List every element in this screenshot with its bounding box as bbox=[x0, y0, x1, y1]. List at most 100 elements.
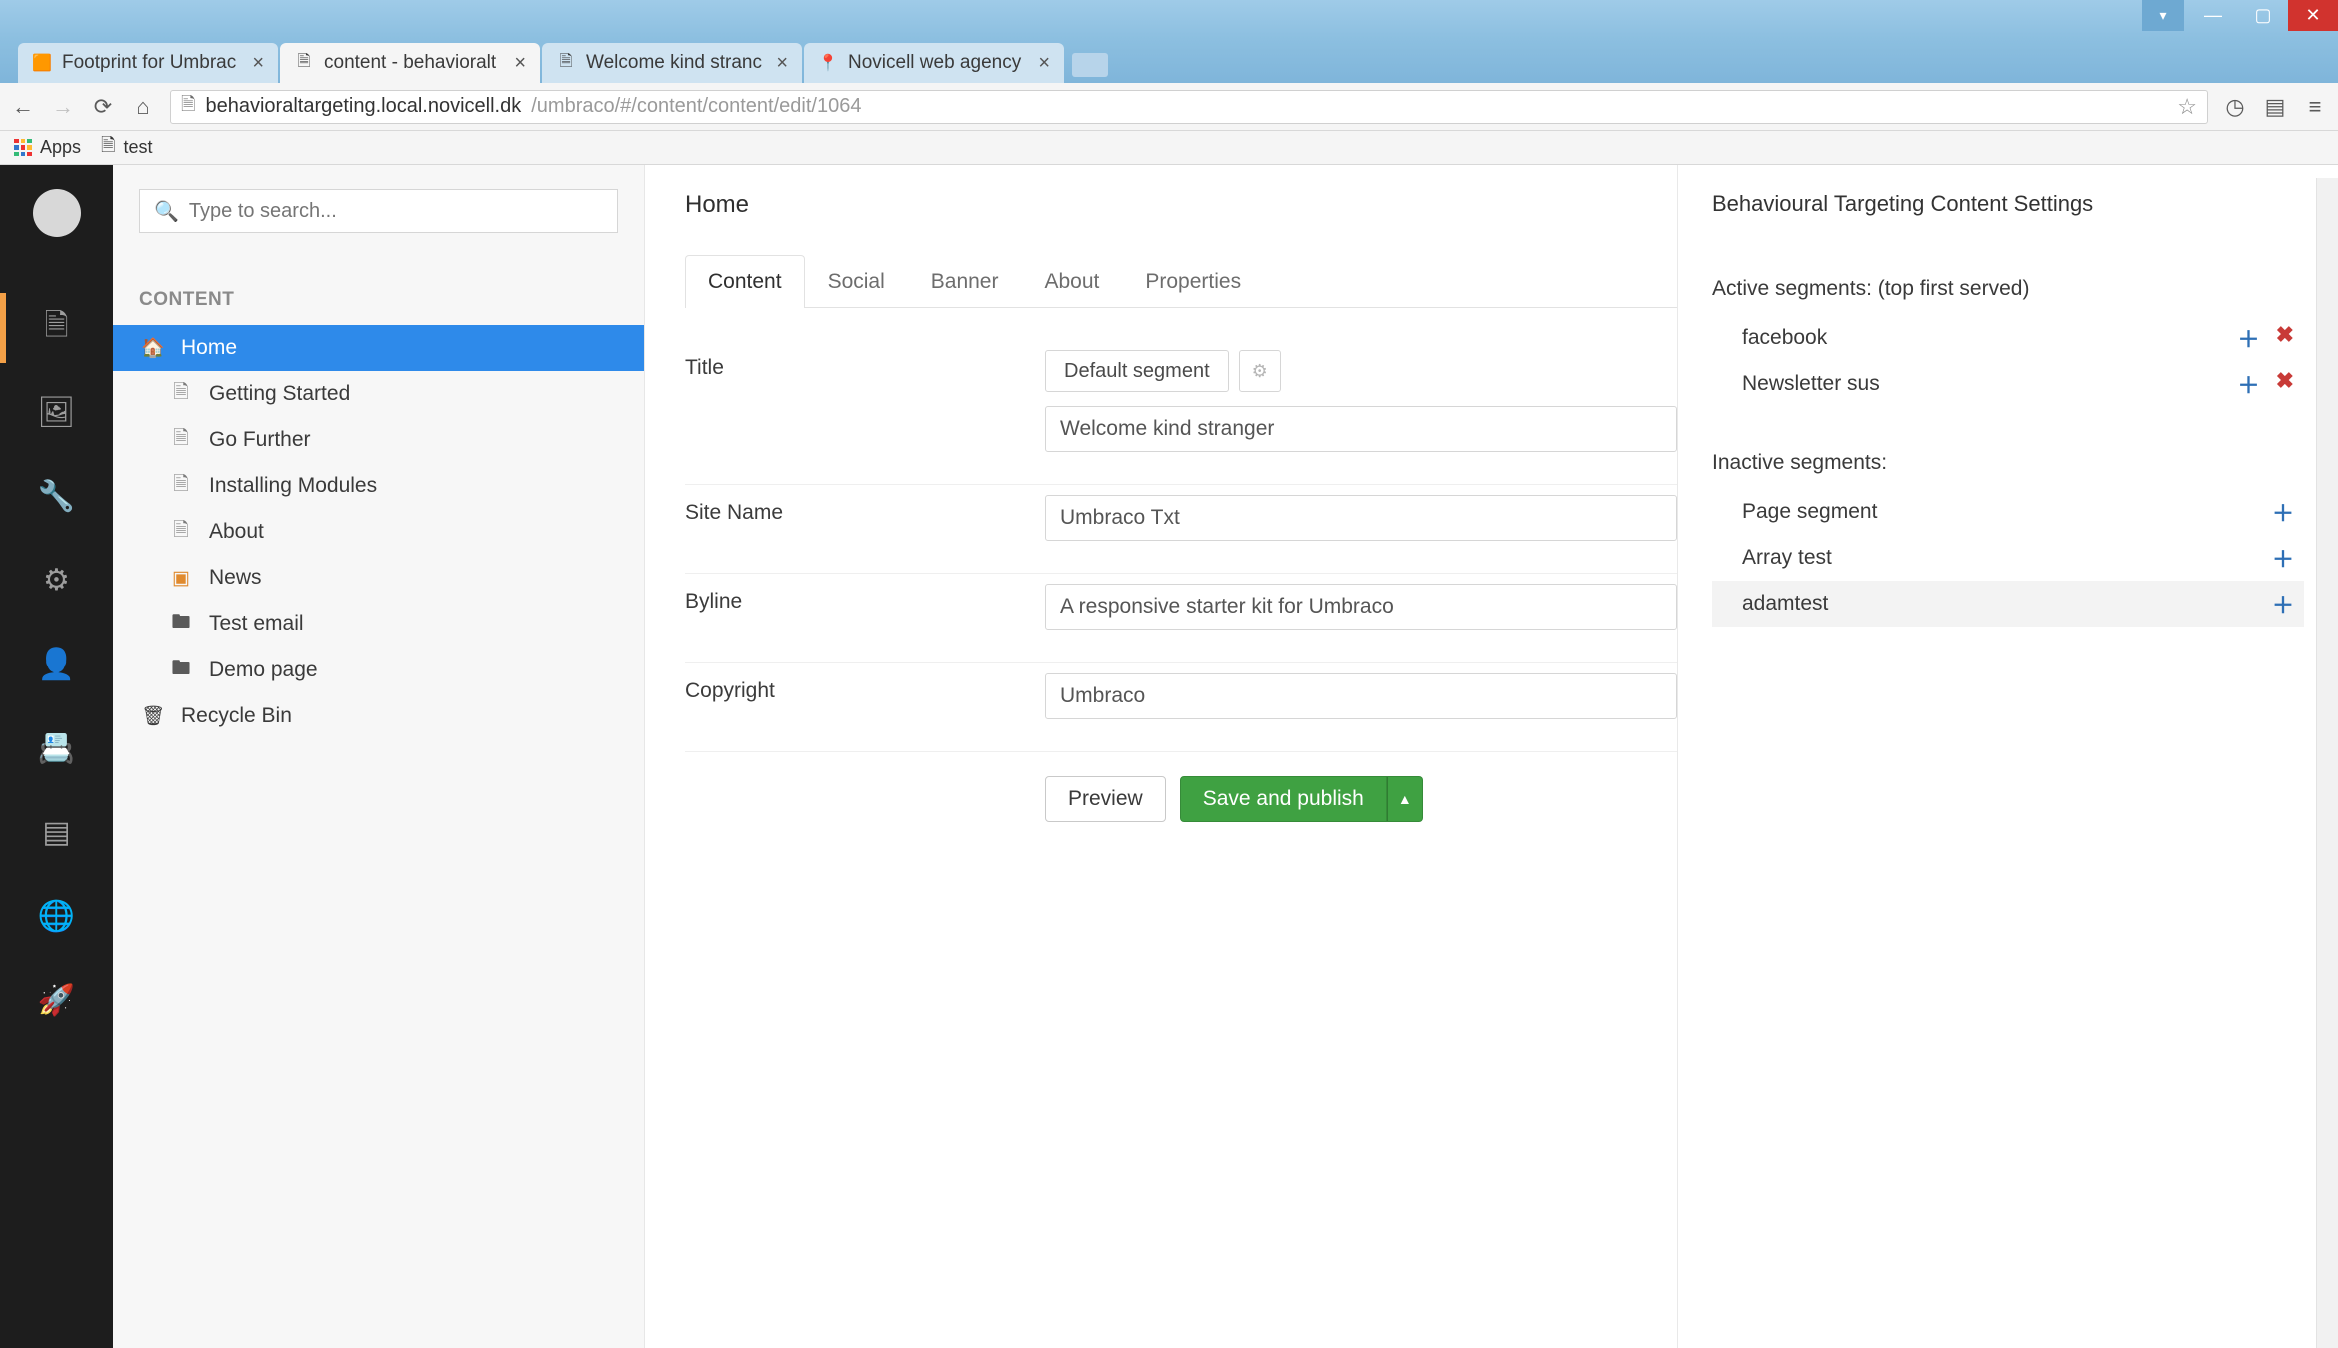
segment-name: Page segment bbox=[1742, 500, 1877, 524]
segment-chip[interactable]: Default segment bbox=[1045, 350, 1229, 392]
add-segment-icon[interactable]: ＋ bbox=[2238, 322, 2260, 354]
tree-node-home[interactable]: 🏠 Home bbox=[113, 325, 644, 371]
browser-tab[interactable]: 📍 Novicell web agency × bbox=[804, 43, 1064, 83]
tab-close-icon[interactable]: × bbox=[514, 52, 526, 75]
tree-section-label: CONTENT bbox=[113, 289, 644, 311]
apps-label: Apps bbox=[40, 137, 81, 158]
segment-row[interactable]: Page segment ＋ bbox=[1712, 489, 2304, 535]
tab-content[interactable]: Content bbox=[685, 255, 805, 308]
window-maximize-button[interactable]: ▢ bbox=[2238, 0, 2288, 31]
vertical-scrollbar[interactable] bbox=[2316, 178, 2338, 1348]
segment-row[interactable]: facebook ＋ ✖ bbox=[1712, 315, 2304, 361]
content-tabs: Content Social Banner About Properties bbox=[685, 255, 1677, 308]
back-button[interactable]: ← bbox=[10, 94, 36, 120]
apps-shortcut[interactable]: Apps bbox=[14, 137, 81, 158]
tab-properties[interactable]: Properties bbox=[1122, 255, 1264, 308]
extension-icon[interactable]: ▤ bbox=[2262, 94, 2288, 120]
url-path: /umbraco/#/content/content/edit/1064 bbox=[531, 95, 861, 118]
search-input[interactable] bbox=[189, 200, 603, 223]
chrome-menu-button[interactable]: ≡ bbox=[2302, 94, 2328, 120]
media-section-icon[interactable]: 🖼 bbox=[38, 393, 76, 431]
tree-node-label: Getting Started bbox=[209, 382, 350, 406]
tree-node[interactable]: 🖿 Demo page bbox=[113, 647, 644, 693]
field-label: Copyright bbox=[685, 673, 1045, 719]
favicon-icon: 📍 bbox=[818, 53, 838, 73]
new-tab-button[interactable] bbox=[1072, 53, 1108, 77]
bookmark-label: test bbox=[124, 137, 153, 158]
add-segment-icon[interactable]: ＋ bbox=[2272, 588, 2294, 620]
browser-tab[interactable]: 🗎 Welcome kind stranc × bbox=[542, 43, 802, 83]
browser-tab-title: content - behavioralt bbox=[324, 52, 504, 74]
inactive-segments-label: Inactive segments: bbox=[1712, 451, 2304, 475]
browser-navbar: ← → ⟳ ⌂ 🗎 behavioraltargeting.local.novi… bbox=[0, 83, 2338, 131]
byline-input[interactable] bbox=[1045, 584, 1677, 630]
tab-banner[interactable]: Banner bbox=[908, 255, 1022, 308]
folder-icon: 🖿 bbox=[169, 654, 193, 686]
users-section-icon[interactable]: 👤 bbox=[38, 645, 76, 683]
browser-tab[interactable]: 🟧 Footprint for Umbrac × bbox=[18, 43, 278, 83]
settings-section-icon[interactable]: 🔧 bbox=[38, 477, 76, 515]
caret-up-icon: ▲ bbox=[1398, 791, 1412, 807]
tree-node[interactable]: 🗎 Installing Modules bbox=[113, 463, 644, 509]
bookmark-star-icon[interactable]: ☆ bbox=[2177, 94, 2197, 120]
bookmark-icon: 🗎 bbox=[101, 133, 115, 163]
home-button[interactable]: ⌂ bbox=[130, 94, 156, 120]
title-input[interactable] bbox=[1045, 406, 1677, 452]
window-close-button[interactable]: ✕ bbox=[2288, 0, 2338, 31]
user-avatar[interactable] bbox=[33, 189, 81, 237]
tree-node-label: Home bbox=[181, 336, 237, 360]
chrome-user-button[interactable]: ▾ bbox=[2142, 0, 2184, 31]
home-icon: 🏠 bbox=[141, 336, 165, 360]
segment-settings-button[interactable]: ⚙ bbox=[1239, 350, 1281, 392]
forms-section-icon[interactable]: ▤ bbox=[38, 813, 76, 851]
tree-node[interactable]: 🗎 About bbox=[113, 509, 644, 555]
segment-row[interactable]: Array test ＋ bbox=[1712, 535, 2304, 581]
bookmark-item[interactable]: 🗎 test bbox=[101, 133, 153, 163]
tree-node[interactable]: 🖿 Test email bbox=[113, 601, 644, 647]
sitename-input[interactable] bbox=[1045, 495, 1677, 541]
translation-section-icon[interactable]: 🌐 bbox=[38, 897, 76, 935]
tab-close-icon[interactable]: × bbox=[252, 52, 264, 75]
segment-row[interactable]: Newsletter sus ＋ ✖ bbox=[1712, 361, 2304, 407]
page-icon: 🗎 bbox=[181, 92, 195, 122]
save-publish-dropdown[interactable]: ▲ bbox=[1387, 776, 1423, 822]
preview-button[interactable]: Preview bbox=[1045, 776, 1166, 822]
browser-tab[interactable]: 🗎 content - behavioralt × bbox=[280, 43, 540, 83]
add-segment-icon[interactable]: ＋ bbox=[2272, 496, 2294, 528]
save-publish-button[interactable]: Save and publish bbox=[1180, 776, 1387, 822]
segment-row[interactable]: adamtest ＋ bbox=[1712, 581, 2304, 627]
extension-icon[interactable]: ◷ bbox=[2222, 94, 2248, 120]
save-publish-split-button: Save and publish ▲ bbox=[1180, 776, 1423, 822]
forward-button[interactable]: → bbox=[50, 94, 76, 120]
remove-segment-icon[interactable]: ✖ bbox=[2276, 322, 2294, 354]
tree-search[interactable]: 🔍 bbox=[139, 189, 618, 233]
news-icon: ▣ bbox=[169, 567, 193, 590]
tree-node-label: Go Further bbox=[209, 428, 311, 452]
developer-section-icon[interactable]: ⚙ bbox=[38, 561, 76, 599]
tab-close-icon[interactable]: × bbox=[1038, 52, 1050, 75]
tab-about[interactable]: About bbox=[1021, 255, 1122, 308]
members-section-icon[interactable]: 📇 bbox=[38, 729, 76, 767]
add-segment-icon[interactable]: ＋ bbox=[2272, 542, 2294, 574]
rocket-section-icon[interactable]: 🚀 bbox=[38, 981, 76, 1019]
address-bar[interactable]: 🗎 behavioraltargeting.local.novicell.dk/… bbox=[170, 90, 2208, 124]
remove-segment-icon[interactable]: ✖ bbox=[2276, 368, 2294, 400]
tab-social[interactable]: Social bbox=[805, 255, 908, 308]
window-minimize-button[interactable]: — bbox=[2188, 0, 2238, 31]
save-publish-label: Save and publish bbox=[1203, 787, 1364, 811]
content-section-icon[interactable]: 🗎 bbox=[38, 309, 76, 347]
tree-node[interactable]: 🗎 Go Further bbox=[113, 417, 644, 463]
favicon-icon: 🗎 bbox=[294, 53, 314, 73]
copyright-input[interactable] bbox=[1045, 673, 1677, 719]
document-icon: 🗎 bbox=[169, 516, 193, 548]
tree-node-recycle-bin[interactable]: 🗑 Recycle Bin bbox=[113, 693, 644, 739]
add-segment-icon[interactable]: ＋ bbox=[2238, 368, 2260, 400]
reload-button[interactable]: ⟳ bbox=[90, 94, 116, 120]
window-titlebar: ▾ — ▢ ✕ bbox=[0, 0, 2338, 39]
tree-node[interactable]: ▣ News bbox=[113, 555, 644, 601]
tree-node-label: Installing Modules bbox=[209, 474, 377, 498]
segment-name: Array test bbox=[1742, 546, 1832, 570]
segment-name: facebook bbox=[1742, 326, 1827, 350]
tab-close-icon[interactable]: × bbox=[776, 52, 788, 75]
tree-node[interactable]: 🗎 Getting Started bbox=[113, 371, 644, 417]
